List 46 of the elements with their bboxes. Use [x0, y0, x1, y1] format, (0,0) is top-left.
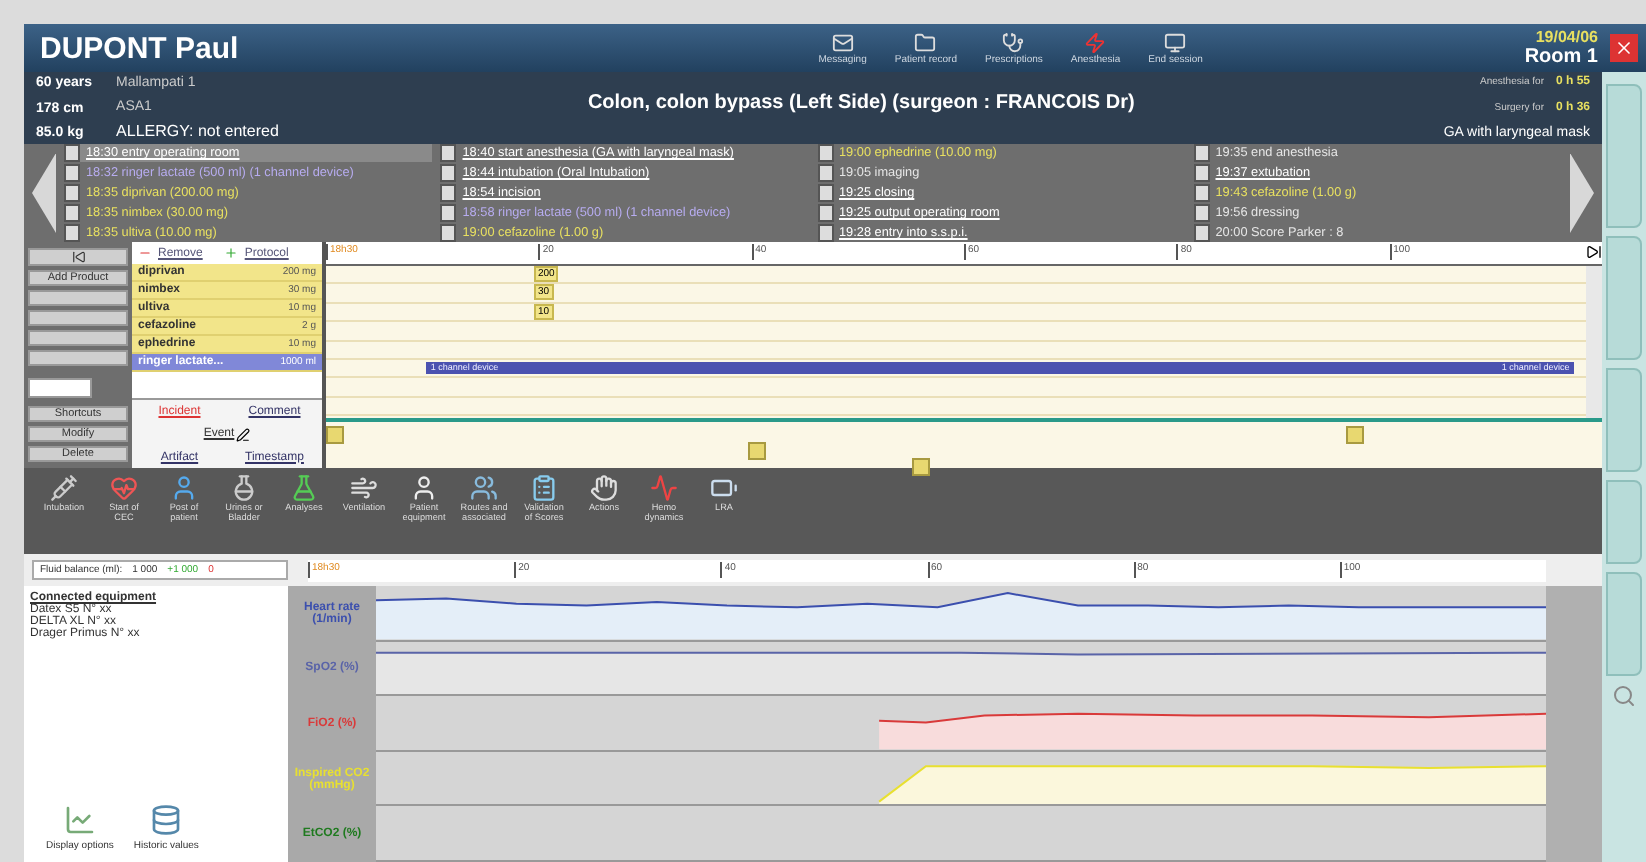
database-icon: [150, 804, 183, 836]
envelope-icon: [831, 31, 854, 53]
event-marker[interactable]: [747, 442, 766, 460]
flask-icon: [230, 474, 258, 502]
stethoscope-icon: [1002, 31, 1025, 53]
lightning-icon: [1084, 31, 1107, 53]
plus-icon: [224, 246, 239, 260]
empty-button[interactable]: [28, 330, 128, 346]
skip-start-icon: [71, 250, 85, 264]
side-tab[interactable]: [1606, 572, 1642, 676]
flask-icon: [290, 474, 318, 502]
syringe-icon: [50, 474, 78, 502]
event-marker[interactable]: [912, 458, 931, 476]
empty-button[interactable]: [28, 350, 128, 366]
first-button[interactable]: [28, 248, 128, 266]
side-tab[interactable]: [1606, 368, 1642, 472]
hand-icon: [590, 474, 618, 502]
event-marker[interactable]: [326, 426, 344, 444]
pen-icon: [236, 427, 251, 441]
heart-icon: [110, 474, 138, 502]
wind-icon: [350, 474, 378, 502]
input-field[interactable]: [28, 378, 92, 398]
minus-icon: [138, 246, 152, 260]
clipboard-icon: [530, 474, 558, 502]
pulse-icon: [650, 474, 678, 502]
person-icon: [170, 474, 198, 502]
chart-icon: [63, 804, 96, 836]
procedure-title: Colon, colon bypass (Left Side) (surgeon : FRANCOIS Dr): [585, 91, 1137, 113]
monitor-icon: [1164, 31, 1187, 53]
folder-icon: [914, 31, 937, 53]
search-icon[interactable]: [1612, 684, 1636, 708]
patient-name: DUPONT Paul: [40, 31, 239, 65]
allergy-label: ALLERGY: not entered: [116, 122, 279, 140]
event-marker[interactable]: [1346, 426, 1365, 444]
close-icon: [1614, 38, 1634, 58]
room-label: Room 1: [1524, 46, 1598, 68]
side-tab[interactable]: [1606, 480, 1642, 564]
empty-button[interactable]: [28, 310, 128, 326]
people-icon: [470, 474, 498, 502]
empty-button[interactable]: [28, 290, 128, 306]
skip-end-icon[interactable]: [1586, 244, 1602, 260]
date-label: 19/04/06: [1535, 28, 1598, 46]
person-icon: [410, 474, 438, 502]
battery-icon: [710, 474, 738, 502]
close-button[interactable]: [1610, 34, 1638, 62]
side-tab[interactable]: [1606, 84, 1642, 228]
